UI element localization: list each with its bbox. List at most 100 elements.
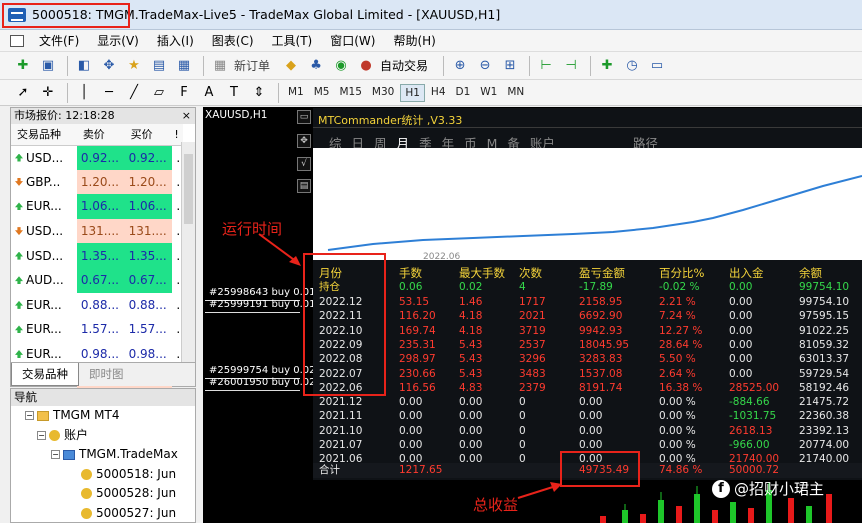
cursor-icon[interactable]: ➚ — [12, 82, 34, 104]
menu-window[interactable]: 窗口(W) — [321, 32, 384, 49]
runtime-highlight-box — [303, 253, 386, 396]
quote-row[interactable]: AUD... 0.67... 0.67.... — [11, 267, 183, 293]
order-label[interactable]: #25999754 buy 0.02 — [209, 365, 316, 376]
up-arrow-icon — [15, 300, 23, 309]
nav-account-1[interactable]: 5000518: Jun — [11, 465, 195, 485]
annotation-total-profit: 总收益 — [473, 496, 519, 514]
quote-row[interactable]: USD... 131.... 131..... — [11, 218, 183, 244]
zoom-out-icon[interactable]: ⊖ — [474, 55, 496, 77]
menu-tools[interactable]: 工具(T) — [263, 32, 322, 49]
market-watch-icon[interactable]: ◧ — [73, 55, 95, 77]
community-icon[interactable]: ♣ — [305, 55, 327, 77]
new-order-button[interactable]: 新订单 — [234, 57, 270, 74]
month-row: 2022.09 235.31 5.43 2537 18045.95 28.64 % 0.00… — [313, 338, 862, 353]
quote-row[interactable]: USD... 0.92... 0.92.... — [11, 145, 183, 170]
standard-toolbar: ✚ ▣ ◧ ✥ ★ ▤ ▦ ▦ 新订单 ◆ ♣ ◉ ● 自动交易 ⊕ ⊖ ⊞ ⊢… — [0, 52, 862, 80]
col-symbol[interactable]: 交易品种 — [11, 124, 77, 146]
move-panel-icon[interactable]: ✥ — [297, 134, 311, 148]
quote-row[interactable]: EUR... 1.57... 1.57.... — [11, 317, 183, 342]
tile-windows-icon[interactable]: ⊞ — [499, 55, 521, 77]
menu-charts[interactable]: 图表(C) — [203, 32, 263, 49]
minimize-panel-icon[interactable]: ▭ — [297, 110, 311, 124]
navigator-icon[interactable]: ▤ — [148, 55, 170, 77]
stat-cell: 0.00 % — [659, 410, 696, 423]
quotes-scrollbar[interactable] — [181, 142, 195, 364]
menu-insert[interactable]: 插入(I) — [148, 32, 203, 49]
stat-cell: 0.00 — [399, 396, 423, 409]
stat-cell: 2021.10 — [319, 424, 363, 437]
timeframe-h1[interactable]: H1 — [400, 83, 425, 102]
periods-icon[interactable]: ◷ — [621, 55, 643, 77]
new-order-icon[interactable]: ▦ — [209, 55, 231, 77]
arrows-icon[interactable]: ⇕ — [248, 82, 270, 104]
timeframe-h4[interactable]: H4 — [427, 84, 450, 102]
favorites-icon[interactable]: ★ — [123, 55, 145, 77]
nav-broker[interactable]: − TMGM MT4 — [11, 406, 195, 426]
auto-trading-icon[interactable]: ● — [355, 55, 377, 77]
account-highlight-box — [2, 3, 130, 28]
quote-row[interactable]: EUR... 1.06... 1.06.... — [11, 194, 183, 219]
menu-view[interactable]: 显示(V) — [88, 32, 148, 49]
col-ask[interactable]: 买价 — [124, 124, 173, 146]
text-label-icon[interactable]: T — [223, 82, 245, 104]
fibonacci-icon[interactable]: F — [173, 82, 195, 104]
quote-row[interactable]: USD... 1.35... 1.35.... — [11, 243, 183, 268]
panel-settings-icon[interactable]: ▤ — [297, 179, 311, 193]
month-row: 2021.11 0.00 0.00 0 0.00 0.00 % -1031.75 22360.… — [313, 409, 862, 424]
mdi-window-icon[interactable] — [10, 34, 24, 47]
stat-cell: 97595.15 — [799, 310, 850, 323]
new-chart-icon[interactable]: ✚ — [12, 55, 34, 77]
signals-icon[interactable]: ◉ — [330, 55, 352, 77]
timeframe-mn[interactable]: MN — [503, 84, 528, 102]
trendline-icon[interactable]: ╱ — [123, 82, 145, 104]
crosshair-move-icon[interactable]: ✥ — [98, 55, 120, 77]
vertical-line-icon[interactable]: │ — [73, 82, 95, 104]
profiles-icon[interactable]: ▣ — [37, 55, 59, 77]
tab-symbols[interactable]: 交易品种 — [11, 363, 79, 386]
stat-cell: 3719 — [519, 324, 546, 337]
order-label[interactable]: #25998643 buy 0.01 — [209, 287, 316, 298]
indicators-icon[interactable]: ✚ — [596, 55, 618, 77]
metaeditor-icon[interactable]: ◆ — [280, 55, 302, 77]
channel-icon[interactable]: ▱ — [148, 82, 170, 104]
timeframe-m5[interactable]: M5 — [310, 84, 334, 102]
horizontal-line-icon[interactable]: ─ — [98, 82, 120, 104]
stat-cell: 0.00 % — [659, 396, 696, 409]
chart-shift-icon[interactable]: ⊢ — [535, 55, 557, 77]
collapse-icon[interactable]: − — [51, 450, 60, 459]
templates-icon[interactable]: ▭ — [646, 55, 668, 77]
auto-trading-button[interactable]: 自动交易 — [380, 57, 428, 74]
menu-help[interactable]: 帮助(H) — [384, 32, 444, 49]
stat-cell: 0.02 — [459, 281, 483, 293]
text-icon[interactable]: A — [198, 82, 220, 104]
zoom-in-icon[interactable]: ⊕ — [449, 55, 471, 77]
timeframe-m1[interactable]: M1 — [284, 84, 308, 102]
quote-row[interactable]: EUR... 0.88... 0.88.... — [11, 293, 183, 318]
stat-cell: 53.15 — [399, 296, 430, 308]
timeframe-m30[interactable]: M30 — [368, 84, 398, 102]
timeframe-m15[interactable]: M15 — [336, 84, 366, 102]
col-bid[interactable]: 卖价 — [76, 124, 125, 146]
month-row: 2021.12 0.00 0.00 0 0.00 0.00 % -884.66 21475.7… — [313, 395, 862, 410]
terminal-icon[interactable]: ▦ — [173, 55, 195, 77]
order-label[interactable]: #26001950 buy 0.02 — [209, 377, 316, 388]
order-label[interactable]: #25999191 buy 0.01 — [209, 299, 316, 310]
close-icon[interactable]: × — [182, 108, 195, 124]
tab-tick-chart[interactable]: 即时图 — [79, 363, 134, 386]
stat-cell: 28.64 % — [659, 338, 703, 351]
crosshair-icon[interactable]: ✛ — [37, 82, 59, 104]
collapse-icon[interactable]: − — [37, 430, 46, 440]
nav-account-2[interactable]: 5000528: Jun — [11, 484, 195, 504]
menu-file[interactable]: 文件(F) — [30, 32, 88, 49]
check-panel-icon[interactable]: √ — [297, 157, 311, 171]
timeframe-d1[interactable]: D1 — [452, 84, 475, 102]
collapse-icon[interactable]: − — [25, 411, 34, 420]
stat-cell: 0.00 — [459, 396, 483, 409]
quote-row[interactable]: GBP... 1.20... 1.20.... — [11, 169, 183, 195]
nav-account-3[interactable]: 5000527: Jun — [11, 504, 195, 523]
autoscroll-icon[interactable]: ⊣ — [560, 55, 582, 77]
stat-cell: 0.00 — [729, 353, 753, 366]
timeframe-w1[interactable]: W1 — [476, 84, 501, 102]
nav-server[interactable]: − TMGM.TradeMax — [11, 445, 195, 465]
nav-accounts[interactable]: − 账户 — [11, 426, 195, 446]
